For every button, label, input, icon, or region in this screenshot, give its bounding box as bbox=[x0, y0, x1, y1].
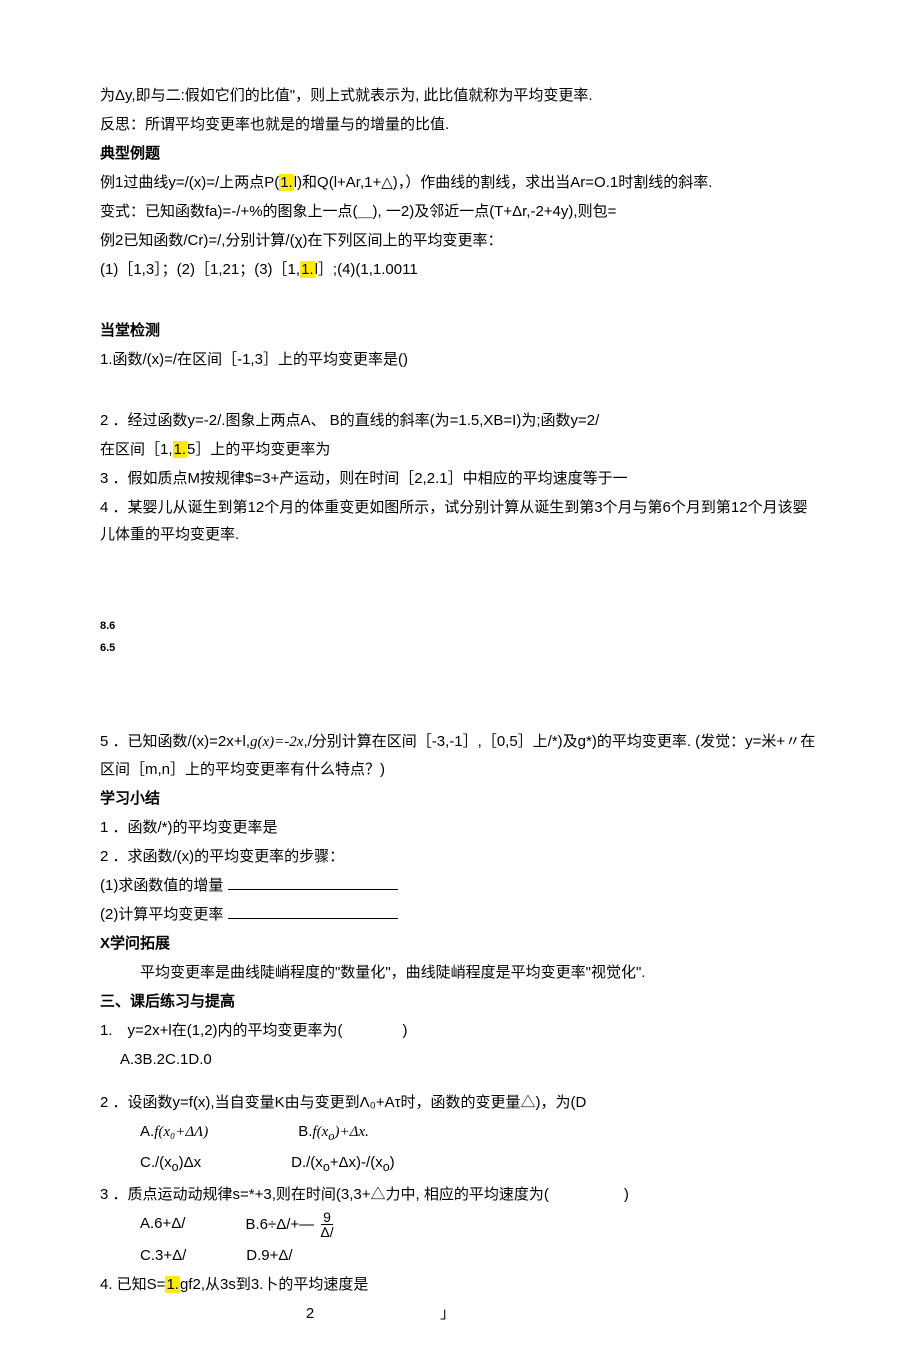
p1: 1. y=2x+l在(1,2)内的平均变更率为( ) bbox=[100, 1017, 820, 1044]
p2-opt-d: D./(xo+Δx)-/(xo) bbox=[291, 1149, 395, 1179]
para-reflect: 反思：所谓平均变更率也就是的增量与的增量的比值. bbox=[100, 111, 820, 138]
q3: 3 ．假如质点M按规律$=3+产运动，则在时间［2,2.1］中相应的平均速度等于… bbox=[100, 465, 820, 492]
para-delta-y: 为Δy,即与二:假如它们的比值"，则上式就表示为, 此比值就称为平均变更率. bbox=[100, 82, 820, 109]
ex2-b: l］;(4)(1,1.0011 bbox=[315, 261, 418, 278]
bottom-bracket: 」 bbox=[440, 1305, 455, 1322]
heading-examples: 典型例题 bbox=[100, 140, 820, 167]
highlight-icon: 1. bbox=[300, 261, 315, 278]
p3: 3 ．质点运动动规律s=*+3,则在时间(3,3+△力中, 相应的平均速度为( … bbox=[100, 1181, 820, 1208]
p3-opt-c: C.3+Δ/ bbox=[140, 1242, 186, 1269]
heading-ext: X学问拓展 bbox=[100, 930, 820, 957]
q5: 5 ．已知函数/(x)=2x+l,g(x)=-2x,/分别计算在区间［-3,-1… bbox=[100, 728, 820, 783]
ex2-a: (1)［1,3］；(2)［1,21；(3)［1, bbox=[100, 261, 300, 278]
p3-opt-d: D.9+Δ/ bbox=[246, 1242, 292, 1269]
q2c-b: 5］上的平均变更率为 bbox=[187, 441, 330, 458]
q1: 1.函数/(x)=/在区间［-1,3］上的平均变更率是() bbox=[100, 346, 820, 373]
highlight-icon: 1. bbox=[165, 1276, 180, 1293]
chart-val-2: 6.5 bbox=[100, 639, 820, 659]
variant-1: 变式：已知函数fa)=-/+%的图象上一点(＿), 一2)及邻近一点(T+Δr,… bbox=[100, 198, 820, 225]
p3-opt-a: A.6+Δ/ bbox=[140, 1210, 185, 1240]
heading-summary: 学习小结 bbox=[100, 785, 820, 812]
frac-num: 9 bbox=[321, 1210, 333, 1226]
p1-opts: A.3B.2C.1D.0 bbox=[100, 1046, 820, 1073]
s2-2-label: (2)计算平均变更率 bbox=[100, 906, 223, 923]
p2-opt-c: C./(xo)Δx bbox=[140, 1149, 201, 1179]
s2: 2 ．求函数/(x)的平均变更率的步骤： bbox=[100, 843, 820, 870]
p3-opts-row1: A.6+Δ/ B.6÷Δ/+— 9 Δ/ bbox=[100, 1210, 820, 1240]
q2c-a: 在区间［1, bbox=[100, 441, 173, 458]
heading-practice: 三、课后练习与提高 bbox=[100, 988, 820, 1015]
s2-1: (1)求函数值的增量 bbox=[100, 872, 820, 899]
p4-a: 4. 已知S= bbox=[100, 1276, 165, 1293]
bottom-row: 2」 bbox=[100, 1300, 820, 1327]
heading-quiz: 当堂检测 bbox=[100, 317, 820, 344]
p3-opts-row2: C.3+Δ/ D.9+Δ/ bbox=[100, 1242, 820, 1269]
example-2: 例2已知函数/Cr)=/,分别计算/(χ)在下列区间上的平均变更率： bbox=[100, 227, 820, 254]
fill-blank[interactable] bbox=[228, 903, 398, 919]
chart-val-1: 8.6 bbox=[100, 617, 820, 637]
q2-cont: 在区间［1,1.5］上的平均变更率为 bbox=[100, 436, 820, 463]
q4: 4 ．某婴儿从诞生到第12个月的体重变更如图所示，试分别计算从诞生到第3个月与第… bbox=[100, 494, 820, 548]
example-2-items: (1)［1,3］；(2)［1,21；(3)［1,1.l］;(4)(1,1.001… bbox=[100, 256, 820, 283]
ex1-a: 例1过曲线y=/(x)=/上两点P( bbox=[100, 174, 279, 191]
q5-gx: g(x)=-2x bbox=[250, 734, 303, 750]
bottom-2: 2 bbox=[180, 1300, 440, 1327]
ext-text: 平均变更率是曲线陡峭程度的"数量化"，曲线陡峭程度是平均变更率"视觉化". bbox=[100, 959, 820, 986]
highlight-icon: 1. bbox=[279, 174, 294, 191]
highlight-icon: 1. bbox=[173, 441, 188, 458]
p4-b: gf2,从3s到3.卜的平均速度是 bbox=[180, 1276, 368, 1293]
ex1-b: l)和Q(l+Ar,1+△)，）作曲线的割线，求出当Ar=O.1时割线的斜率. bbox=[294, 174, 713, 191]
p2-opts-row2: C./(xo)Δx D./(xo+Δx)-/(xo) bbox=[100, 1149, 820, 1179]
p2: 2 ．设函数y=f(x),当自变量K由与变更到Λ₀+Ατ时，函数的变更量△)，为… bbox=[100, 1089, 820, 1116]
p3-opt-b: B.6÷Δ/+— 9 Δ/ bbox=[245, 1210, 335, 1240]
p2-opts-row1: A.f(x₀+ΔΛ) B.f(xo)+Δx. bbox=[100, 1118, 820, 1148]
p2-opt-b: B.f(xo)+Δx. bbox=[298, 1118, 369, 1148]
frac-den: Δ/ bbox=[318, 1225, 335, 1240]
p2-opt-a: A.f(x₀+ΔΛ) bbox=[140, 1118, 208, 1148]
s2-1-label: (1)求函数值的增量 bbox=[100, 877, 223, 894]
fraction-icon: 9 Δ/ bbox=[318, 1210, 335, 1240]
s1: 1 ．函数/*)的平均变更率是 bbox=[100, 814, 820, 841]
p4: 4. 已知S=1.gf2,从3s到3.卜的平均速度是 bbox=[100, 1271, 820, 1298]
q5-a: 5 ．已知函数/(x)=2x+l, bbox=[100, 733, 250, 750]
fill-blank[interactable] bbox=[228, 874, 398, 890]
s2-2: (2)计算平均变更率 bbox=[100, 901, 820, 928]
example-1: 例1过曲线y=/(x)=/上两点P(1.l)和Q(l+Ar,1+△)，）作曲线的… bbox=[100, 169, 820, 196]
q2: 2 ．经过函数y=-2/.图象上两点A、 B的直线的斜率(为=1.5,XB=I)… bbox=[100, 407, 820, 434]
